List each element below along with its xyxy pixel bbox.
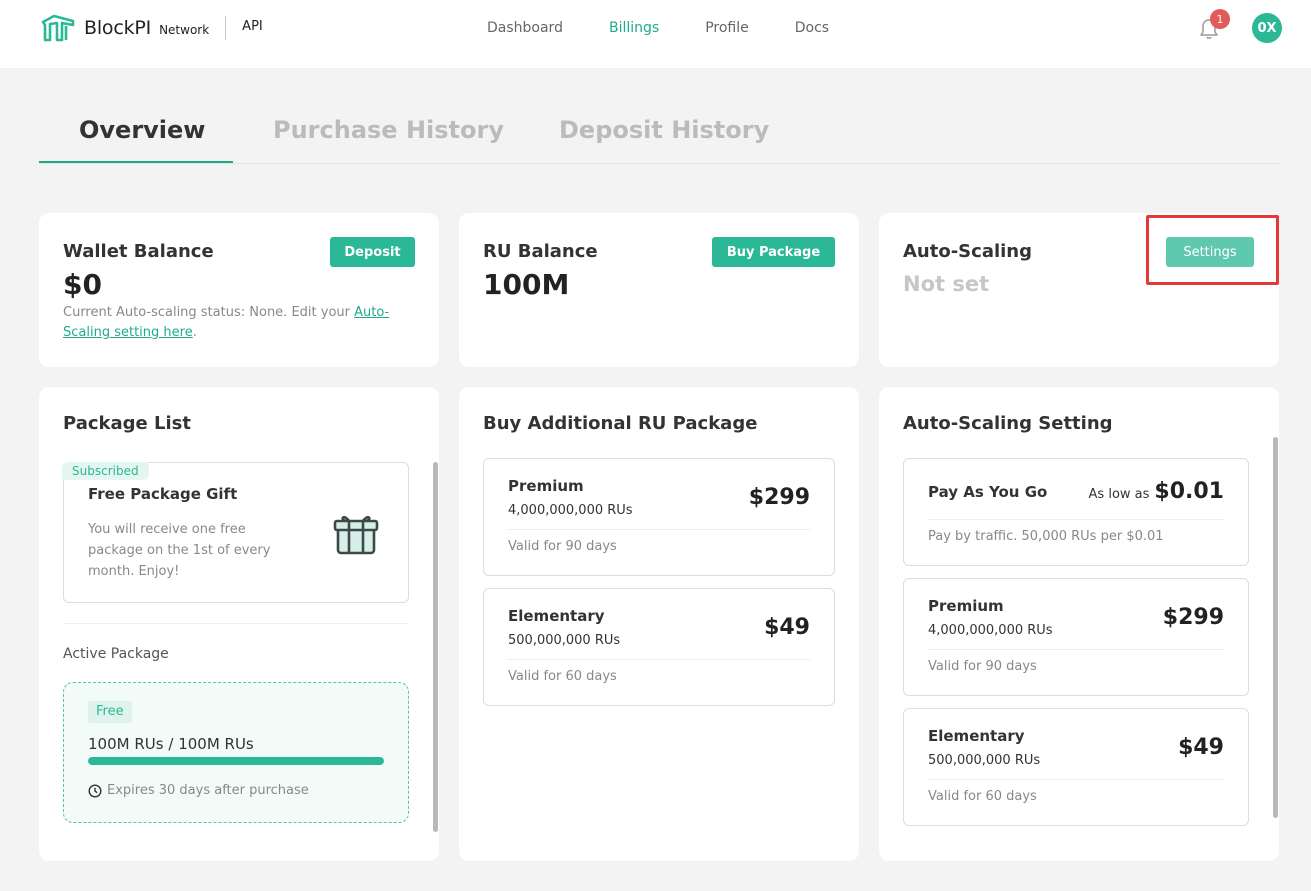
billing-tabs: Overview Purchase History Deposit Histor… <box>39 100 1279 164</box>
logo-divider <box>225 16 227 40</box>
payg-price: $0.01 <box>1154 479 1224 504</box>
ru-usage-separator: / <box>168 735 174 753</box>
gift-icon <box>333 515 379 555</box>
package-divider <box>508 659 810 660</box>
auto-option-premium[interactable]: Premium 4,000,000,000 RUs $299 Valid for… <box>903 578 1249 696</box>
ru-usage-used: 100M RUs <box>88 735 164 753</box>
gift-line: month. Enjoy! <box>88 564 180 579</box>
payg-low-label: As low as <box>1088 487 1150 502</box>
option-pay-as-you-go[interactable]: Pay As You Go As low as $0.01 Pay by tra… <box>903 458 1249 566</box>
package-price: $299 <box>1162 605 1224 630</box>
progress-fill <box>88 757 384 765</box>
package-validity: Valid for 90 days <box>508 539 617 554</box>
tab-purchase-history[interactable]: Purchase History <box>273 116 504 144</box>
package-option-premium[interactable]: Premium 4,000,000,000 RUs $299 Valid for… <box>483 458 835 576</box>
package-rus: 500,000,000 RUs <box>508 633 621 648</box>
package-name: Elementary <box>928 727 1025 745</box>
package-divider <box>508 529 810 530</box>
settings-highlight <box>1146 215 1279 285</box>
active-package-label: Active Package <box>63 646 169 662</box>
gift-line: You will receive one free <box>88 522 246 537</box>
nav-billings[interactable]: Billings <box>609 20 659 36</box>
package-rus: 4,000,000,000 RUs <box>508 503 633 518</box>
ru-balance-title: RU Balance <box>483 241 598 262</box>
gift-description: You will receive one free package on the… <box>88 519 270 582</box>
status-note-suffix: . <box>192 325 197 340</box>
package-name: Premium <box>928 597 1004 615</box>
package-name: Premium <box>508 477 584 495</box>
auto-scaling-title: Auto-Scaling <box>903 241 1033 262</box>
clock-icon <box>88 784 102 798</box>
ru-usage-progress <box>88 757 384 765</box>
deposit-button[interactable]: Deposit <box>330 237 415 267</box>
auto-scaling-value: Not set <box>903 272 990 296</box>
avatar[interactable]: 0X <box>1252 13 1282 43</box>
ru-usage: 100M RUs / 100M RUs <box>88 735 254 753</box>
payg-name: Pay As You Go <box>928 483 1048 501</box>
payg-price-group: As low as $0.01 <box>1089 479 1224 504</box>
package-rus: 4,000,000,000 RUs <box>928 623 1053 638</box>
product-label: API <box>242 18 263 34</box>
package-rus: 500,000,000 RUs <box>928 753 1041 768</box>
wallet-balance-title: Wallet Balance <box>63 241 214 262</box>
nav-docs[interactable]: Docs <box>795 20 829 36</box>
tab-deposit-history[interactable]: Deposit History <box>559 116 769 144</box>
brand-logo[interactable]: BlockPI Network API <box>40 13 263 43</box>
tab-overview[interactable]: Overview <box>79 116 205 144</box>
nav-profile[interactable]: Profile <box>705 20 749 36</box>
package-list-scrollbar[interactable] <box>433 462 438 832</box>
notification-badge: 1 <box>1210 9 1230 29</box>
brand-name: BlockPI <box>84 17 152 39</box>
package-validity: Valid for 90 days <box>928 659 1037 674</box>
package-divider <box>928 649 1224 650</box>
expires-text: Expires 30 days after purchase <box>107 783 309 798</box>
package-option-elementary[interactable]: Elementary 500,000,000 RUs $49 Valid for… <box>483 588 835 706</box>
payg-divider <box>928 519 1224 520</box>
free-chip: Free <box>88 701 132 723</box>
gift-title: Free Package Gift <box>88 485 238 503</box>
ru-usage-total: 100M RUs <box>178 735 254 753</box>
gift-line: package on the 1st of every <box>88 543 271 558</box>
ru-balance-value: 100M <box>483 268 570 301</box>
nav-dashboard[interactable]: Dashboard <box>487 20 563 36</box>
active-tab-indicator <box>39 161 233 163</box>
auto-scaling-setting-title: Auto-Scaling Setting <box>903 413 1113 434</box>
top-navbar: BlockPI Network API Dashboard Billings P… <box>0 0 1311 68</box>
auto-scaling-status-note: Current Auto-scaling status: None. Edit … <box>63 303 403 343</box>
main-nav: Dashboard Billings Profile Docs <box>487 20 875 36</box>
subscribed-tag: Subscribed <box>62 462 149 480</box>
package-price: $49 <box>764 615 810 640</box>
package-validity: Valid for 60 days <box>508 669 617 684</box>
package-divider <box>928 779 1224 780</box>
status-note-text: Current Auto-scaling status: None. Edit … <box>63 305 355 320</box>
package-price: $49 <box>1178 735 1224 760</box>
free-package-gift-card: Free Package Gift You will receive one f… <box>63 462 409 603</box>
blockpi-logo-icon <box>41 14 75 42</box>
package-validity: Valid for 60 days <box>928 789 1037 804</box>
auto-option-elementary[interactable]: Elementary 500,000,000 RUs $49 Valid for… <box>903 708 1249 826</box>
package-list-title: Package List <box>63 413 191 434</box>
wallet-balance-value: $0 <box>63 268 102 301</box>
package-name: Elementary <box>508 607 605 625</box>
buy-additional-title: Buy Additional RU Package <box>483 413 758 434</box>
auto-scaling-scrollbar[interactable] <box>1273 437 1278 818</box>
buy-package-button[interactable]: Buy Package <box>712 237 835 267</box>
package-price: $299 <box>748 485 810 510</box>
section-divider <box>63 623 409 624</box>
brand-network: Network <box>159 23 210 37</box>
payg-description: Pay by traffic. 50,000 RUs per $0.01 <box>928 529 1164 544</box>
